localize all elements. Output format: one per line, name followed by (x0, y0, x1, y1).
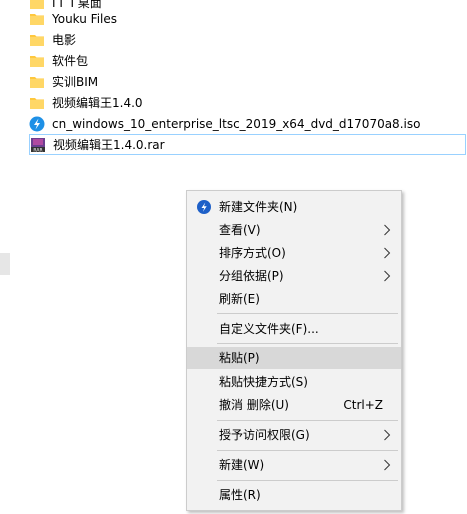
folder-icon (29, 95, 45, 111)
folder-icon (29, 74, 45, 90)
menu-item-label: 分组依据(P) (219, 269, 284, 283)
menu-item-undo-delete[interactable]: 撤消 删除(U) Ctrl+Z (187, 394, 401, 416)
menu-item-new-folder[interactable]: 新建文件夹(N) (187, 196, 401, 218)
file-name: 视频编辑王1.4.0 (52, 95, 143, 110)
menu-item-label: 属性(R) (219, 488, 261, 502)
file-name: 电影 (52, 32, 77, 47)
archive-icon: RAR (30, 137, 46, 153)
chevron-right-icon (383, 429, 391, 441)
menu-item-paste-shortcut[interactable]: 粘贴快捷方式(S) (187, 371, 401, 393)
menu-item-properties[interactable]: 属性(R) (187, 484, 401, 506)
context-menu: 新建文件夹(N) 查看(V) 排序方式(O) 分组依据(P) 刷新(E) 自定义… (186, 190, 402, 511)
file-name: 实训BIM (52, 74, 99, 89)
file-item-folder[interactable]: 电影 (29, 29, 76, 50)
menu-item-grant-access[interactable]: 授予访问权限(G) (187, 424, 401, 446)
menu-item-label: 粘贴(P) (219, 351, 260, 365)
menu-item-sort-by[interactable]: 排序方式(O) (187, 242, 401, 264)
menu-item-label: 自定义文件夹(F)... (219, 322, 319, 336)
file-name: 视频编辑王1.4.0.rar (53, 137, 165, 152)
menu-separator (217, 450, 398, 451)
disc-image-icon (29, 116, 45, 132)
chevron-right-icon (383, 459, 391, 471)
menu-item-label: 查看(V) (219, 223, 261, 237)
menu-item-group-by[interactable]: 分组依据(P) (187, 265, 401, 287)
menu-item-view[interactable]: 查看(V) (187, 219, 401, 241)
menu-item-shortcut: Ctrl+Z (343, 398, 383, 412)
menu-item-label: 撤消 删除(U) (219, 398, 289, 412)
file-name: cn_windows_10_enterprise_ltsc_2019_x64_d… (52, 116, 421, 131)
menu-item-label: 新建文件夹(N) (219, 200, 298, 214)
file-name: 软件包 (52, 53, 89, 68)
menu-separator (217, 313, 398, 314)
menu-item-label: 刷新(E) (219, 292, 260, 306)
chevron-right-icon (383, 270, 391, 282)
menu-item-refresh[interactable]: 刷新(E) (187, 288, 401, 310)
file-item-iso[interactable]: cn_windows_10_enterprise_ltsc_2019_x64_d… (29, 113, 420, 134)
file-item-folder[interactable]: 软件包 (29, 50, 88, 71)
menu-item-paste[interactable]: 粘贴(P) (187, 347, 401, 369)
new-folder-icon (196, 199, 212, 215)
folder-icon (29, 11, 45, 27)
pane-splitter[interactable] (0, 253, 10, 275)
file-item-folder[interactable]: 视频编辑王1.4.0 (29, 92, 143, 113)
menu-item-label: 排序方式(O) (219, 246, 286, 260)
file-item-rar[interactable]: RAR 视频编辑王1.4.0.rar (29, 134, 466, 155)
menu-separator (217, 480, 398, 481)
menu-item-label: 新建(W) (219, 458, 265, 472)
file-name: Youku Files (52, 11, 118, 26)
menu-item-customize-folder[interactable]: 自定义文件夹(F)... (187, 318, 401, 340)
menu-separator (217, 420, 398, 421)
file-item-folder[interactable]: 实训BIM (29, 71, 98, 92)
menu-item-label: 授予访问权限(G) (219, 428, 310, 442)
chevron-right-icon (383, 224, 391, 236)
menu-item-new[interactable]: 新建(W) (187, 454, 401, 476)
folder-icon (29, 53, 45, 69)
chevron-right-icon (383, 247, 391, 259)
menu-item-label: 粘贴快捷方式(S) (219, 375, 308, 389)
menu-separator (217, 343, 398, 344)
folder-icon (29, 32, 45, 48)
file-item-folder[interactable]: Youku Files (29, 8, 117, 29)
svg-text:RAR: RAR (33, 147, 42, 153)
